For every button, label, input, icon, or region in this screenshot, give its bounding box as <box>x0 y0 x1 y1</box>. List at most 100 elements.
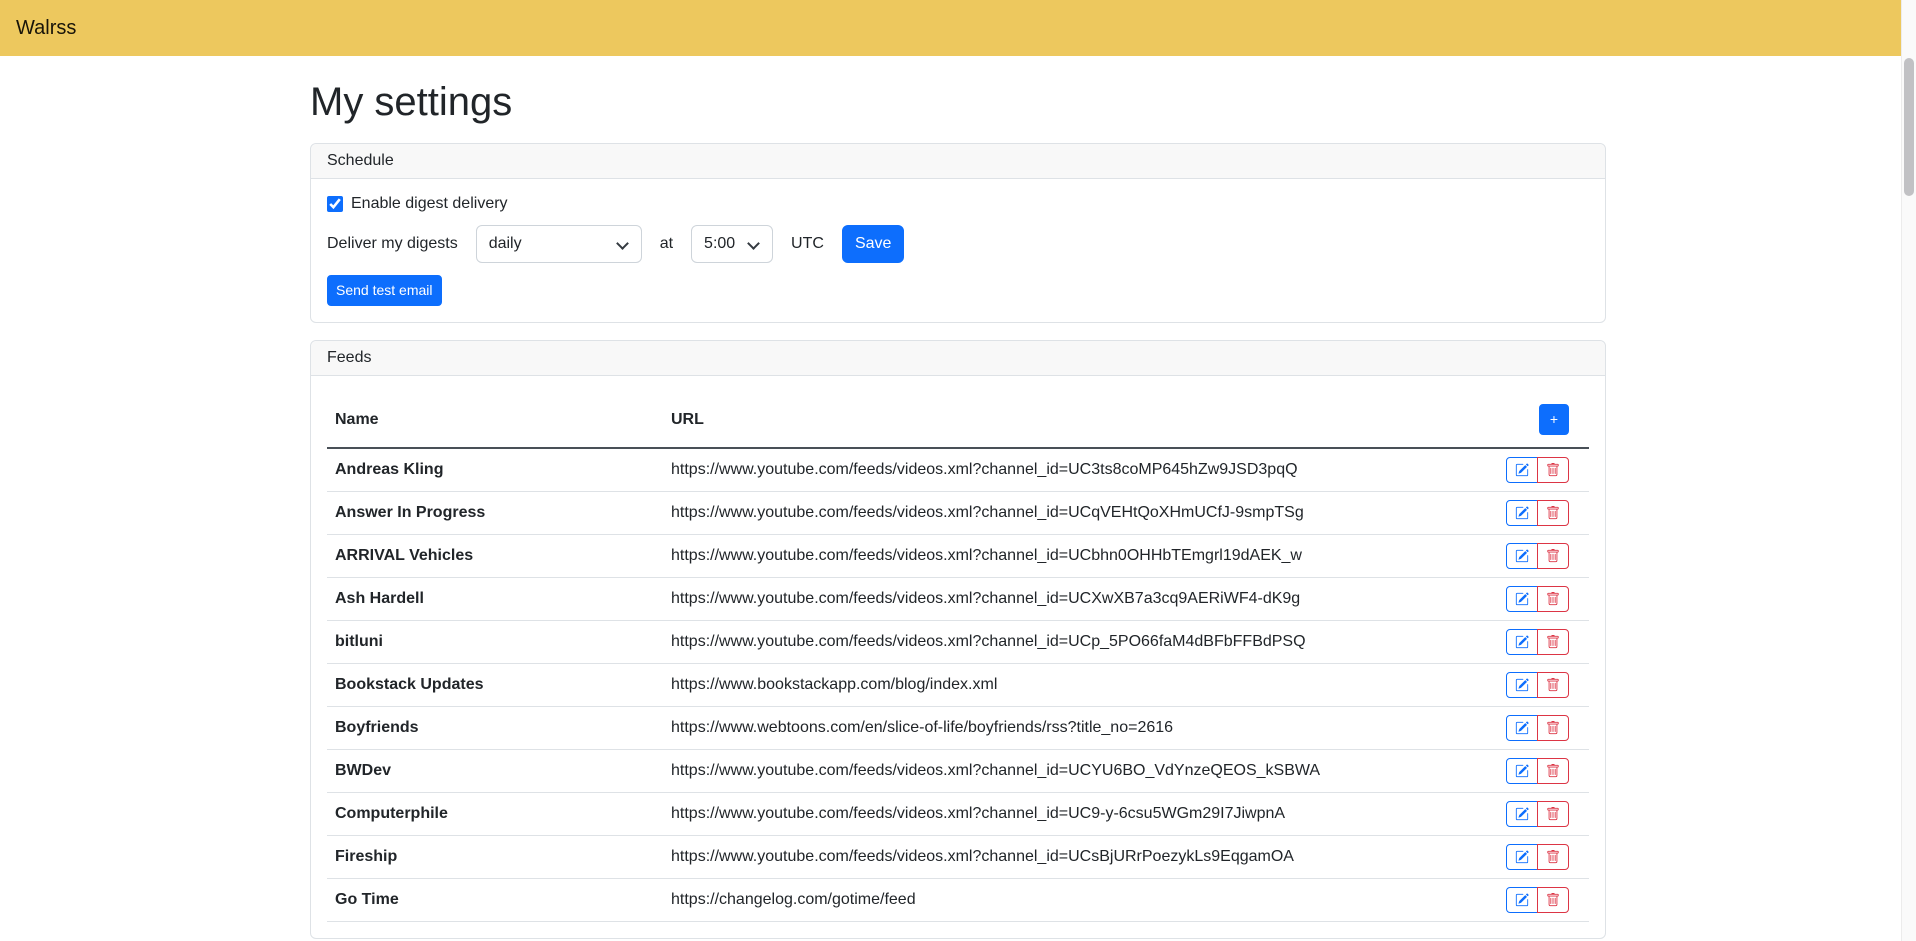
table-row: Andreas Kling https://www.youtube.com/fe… <box>327 448 1589 492</box>
edit-feed-button[interactable] <box>1506 715 1538 741</box>
table-row: Computerphile https://www.youtube.com/fe… <box>327 793 1589 836</box>
table-row: Fireship https://www.youtube.com/feeds/v… <box>327 836 1589 879</box>
delete-feed-button[interactable] <box>1537 629 1569 655</box>
edit-feed-button[interactable] <box>1506 758 1538 784</box>
pencil-square-icon <box>1515 807 1529 821</box>
feed-url: https://www.youtube.com/feeds/videos.xml… <box>663 535 1479 578</box>
page-title: My settings <box>310 80 1606 125</box>
delete-feed-button[interactable] <box>1537 543 1569 569</box>
save-button[interactable]: Save <box>842 225 904 263</box>
table-row: Bookstack Updates https://www.bookstacka… <box>327 664 1589 707</box>
delete-feed-button[interactable] <box>1537 887 1569 913</box>
edit-feed-button[interactable] <box>1506 586 1538 612</box>
edit-feed-button[interactable] <box>1506 629 1538 655</box>
send-test-email-button[interactable]: Send test email <box>327 275 442 306</box>
feed-actions <box>1506 457 1569 483</box>
edit-feed-button[interactable] <box>1506 844 1538 870</box>
schedule-card-body: Enable digest delivery Deliver my digest… <box>311 179 1605 322</box>
delete-feed-button[interactable] <box>1537 844 1569 870</box>
navbar: Walrss <box>0 0 1916 56</box>
pencil-square-icon <box>1515 592 1529 606</box>
enable-digest-checkbox[interactable] <box>327 196 343 212</box>
trash-icon <box>1546 721 1560 735</box>
delete-feed-button[interactable] <box>1537 586 1569 612</box>
trash-icon <box>1546 850 1560 864</box>
table-row: Boyfriends https://www.webtoons.com/en/s… <box>327 707 1589 750</box>
edit-feed-button[interactable] <box>1506 543 1538 569</box>
pencil-square-icon <box>1515 850 1529 864</box>
feed-name: Fireship <box>327 836 663 879</box>
navbar-brand[interactable]: Walrss <box>16 17 76 40</box>
trash-icon <box>1546 506 1560 520</box>
pencil-square-icon <box>1515 635 1529 649</box>
table-row: Go Time https://changelog.com/gotime/fee… <box>327 879 1589 922</box>
delete-feed-button[interactable] <box>1537 758 1569 784</box>
trash-icon <box>1546 764 1560 778</box>
feed-url: https://changelog.com/gotime/feed <box>663 879 1479 922</box>
delete-feed-button[interactable] <box>1537 457 1569 483</box>
pencil-square-icon <box>1515 893 1529 907</box>
delete-feed-button[interactable] <box>1537 801 1569 827</box>
feed-actions <box>1506 586 1569 612</box>
feed-name: Boyfriends <box>327 707 663 750</box>
scrollbar-thumb[interactable] <box>1904 58 1914 196</box>
table-row: ARRIVAL Vehicles https://www.youtube.com… <box>327 535 1589 578</box>
pencil-square-icon <box>1515 506 1529 520</box>
pencil-square-icon <box>1515 721 1529 735</box>
feeds-card-header: Feeds <box>311 341 1605 376</box>
schedule-card-header: Schedule <box>311 144 1605 179</box>
delete-feed-button[interactable] <box>1537 715 1569 741</box>
feed-name: Ash Hardell <box>327 578 663 621</box>
feed-url: https://www.youtube.com/feeds/videos.xml… <box>663 621 1479 664</box>
trash-icon <box>1546 893 1560 907</box>
delete-feed-button[interactable] <box>1537 500 1569 526</box>
table-row: Answer In Progress https://www.youtube.c… <box>327 492 1589 535</box>
edit-feed-button[interactable] <box>1506 672 1538 698</box>
trash-icon <box>1546 463 1560 477</box>
delivery-controls-row: Deliver my digests daily at 5:00 UTC Sav… <box>327 225 1589 263</box>
frequency-select[interactable]: daily <box>476 225 642 263</box>
feed-actions <box>1506 500 1569 526</box>
feed-url: https://www.youtube.com/feeds/videos.xml… <box>663 793 1479 836</box>
time-select[interactable]: 5:00 <box>691 225 773 263</box>
feed-actions <box>1506 887 1569 913</box>
feeds-table-body: Andreas Kling https://www.youtube.com/fe… <box>327 448 1589 922</box>
enable-digest-label[interactable]: Enable digest delivery <box>351 195 508 213</box>
schedule-card: Schedule Enable digest delivery Deliver … <box>310 143 1606 323</box>
edit-feed-button[interactable] <box>1506 457 1538 483</box>
edit-feed-button[interactable] <box>1506 801 1538 827</box>
feed-url: https://www.webtoons.com/en/slice-of-lif… <box>663 707 1479 750</box>
table-row: bitluni https://www.youtube.com/feeds/vi… <box>327 621 1589 664</box>
feed-url: https://www.bookstackapp.com/blog/index.… <box>663 664 1479 707</box>
pencil-square-icon <box>1515 764 1529 778</box>
trash-icon <box>1546 592 1560 606</box>
scrollbar[interactable] <box>1901 0 1916 941</box>
pencil-square-icon <box>1515 463 1529 477</box>
feed-actions <box>1506 543 1569 569</box>
trash-icon <box>1546 635 1560 649</box>
column-header-name: Name <box>327 392 663 448</box>
feed-actions <box>1506 629 1569 655</box>
frequency-select-value: daily <box>489 235 522 252</box>
table-row: Ash Hardell https://www.youtube.com/feed… <box>327 578 1589 621</box>
feeds-table-header-row: Name URL + <box>327 392 1589 448</box>
feeds-table: Name URL + Andreas Kling https://www.you… <box>327 392 1589 922</box>
feed-actions <box>1506 801 1569 827</box>
time-select-value: 5:00 <box>704 235 735 252</box>
feed-name: Computerphile <box>327 793 663 836</box>
add-feed-button[interactable]: + <box>1539 404 1569 435</box>
column-header-url: URL <box>663 392 1479 448</box>
feed-url: https://www.youtube.com/feeds/videos.xml… <box>663 836 1479 879</box>
feed-url: https://www.youtube.com/feeds/videos.xml… <box>663 750 1479 793</box>
feed-actions <box>1506 672 1569 698</box>
feed-actions <box>1506 844 1569 870</box>
edit-feed-button[interactable] <box>1506 887 1538 913</box>
feed-name: Answer In Progress <box>327 492 663 535</box>
edit-feed-button[interactable] <box>1506 500 1538 526</box>
pencil-square-icon <box>1515 678 1529 692</box>
app-window: Walrss My settings Schedule Enable diges… <box>0 0 1916 941</box>
feed-name: Andreas Kling <box>327 448 663 492</box>
feed-url: https://www.youtube.com/feeds/videos.xml… <box>663 448 1479 492</box>
delete-feed-button[interactable] <box>1537 672 1569 698</box>
main-content: My settings Schedule Enable digest deliv… <box>298 80 1618 939</box>
